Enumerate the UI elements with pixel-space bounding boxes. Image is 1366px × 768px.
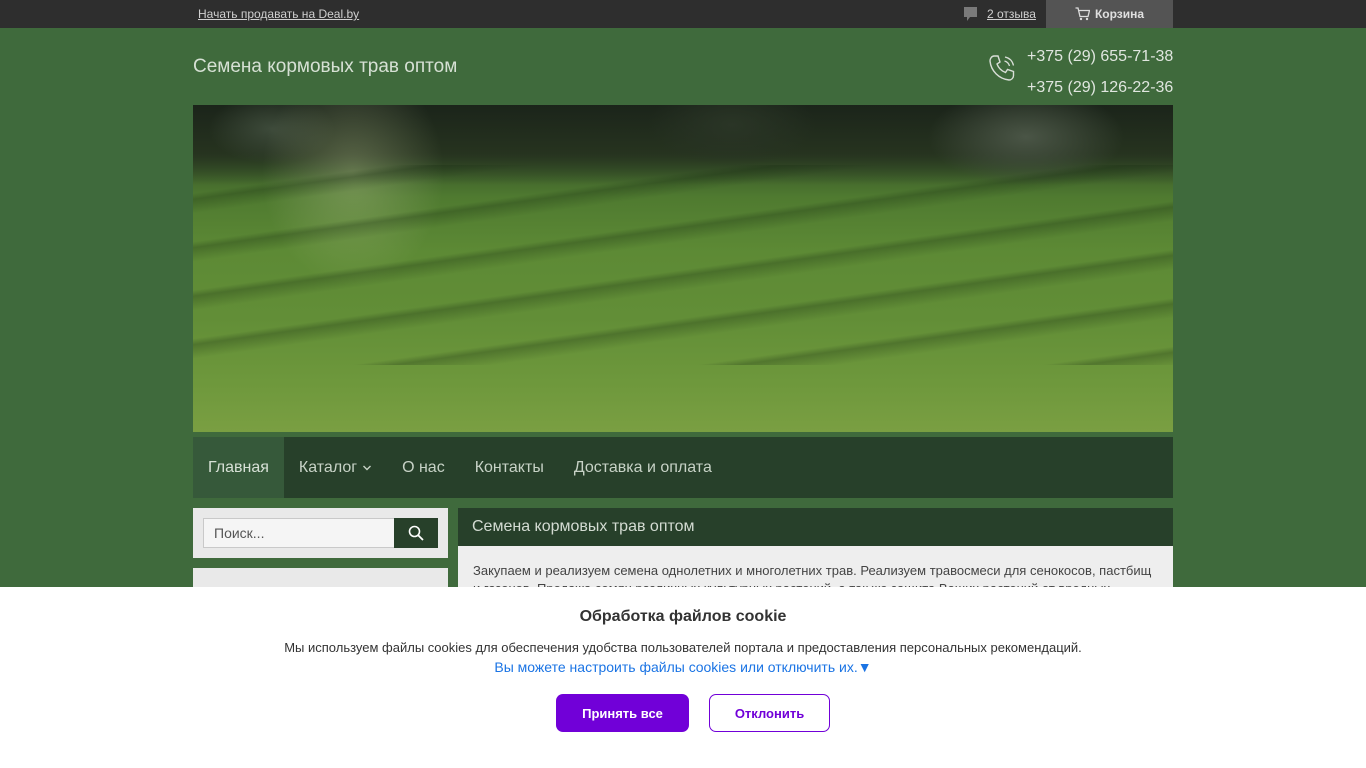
search-box	[193, 508, 448, 558]
nav-item-catalog[interactable]: Каталог	[284, 437, 387, 498]
main-heading: Семена кормовых трав оптом	[458, 508, 1173, 546]
nav-item-catalog-label: Каталог	[298, 458, 358, 476]
search-icon	[408, 525, 424, 541]
cart-label: Корзина	[1094, 7, 1145, 21]
cookie-title: Обработка файлов cookie	[579, 608, 787, 625]
accept-all-button[interactable]: Принять все	[556, 694, 689, 732]
cookie-text: Мы используем файлы cookies для обеспече…	[284, 640, 1082, 655]
nav-item-about[interactable]: О нас	[387, 437, 460, 498]
decline-button[interactable]: Отклонить	[709, 694, 830, 732]
top-bar: Начать продавать на Deal.by 2 отзыва Кор…	[0, 0, 1366, 28]
nav-item-delivery[interactable]: Доставка и оплата	[559, 437, 727, 498]
main-navigation: Главная Каталог О нас Контакты Доставка …	[193, 437, 1173, 498]
reviews-link[interactable]: 2 отзыва	[963, 6, 1036, 22]
phone-icon	[989, 55, 1015, 81]
cart-icon	[1075, 7, 1090, 21]
chat-icon	[964, 7, 977, 21]
cookie-consent-banner: Обработка файлов cookie Мы используем фа…	[0, 587, 1366, 768]
phone-number-2[interactable]: +375 (29) 126-22-36	[1027, 72, 1173, 103]
search-button[interactable]	[394, 518, 438, 548]
phone-number-1[interactable]: +375 (29) 655-71-38	[1027, 41, 1173, 72]
cart-button[interactable]: Корзина	[1046, 0, 1173, 28]
hero-banner-lawn-image	[193, 105, 1173, 432]
nav-item-contacts[interactable]: Контакты	[460, 437, 559, 498]
nav-item-home[interactable]: Главная	[193, 437, 284, 498]
chevron-down-icon	[363, 465, 372, 470]
banner-tree-shadows	[193, 165, 1173, 365]
cookie-settings-link[interactable]: Вы можете настроить файлы cookies или от…	[0, 659, 1366, 675]
reviews-count: 2 отзыва	[987, 7, 1036, 21]
search-input[interactable]	[203, 518, 395, 548]
start-selling-link[interactable]: Начать продавать на Deal.by	[198, 7, 359, 21]
site-title[interactable]: Семена кормовых трав оптом	[193, 56, 457, 78]
phone-numbers: +375 (29) 655-71-38 +375 (29) 126-22-36	[1027, 41, 1173, 103]
